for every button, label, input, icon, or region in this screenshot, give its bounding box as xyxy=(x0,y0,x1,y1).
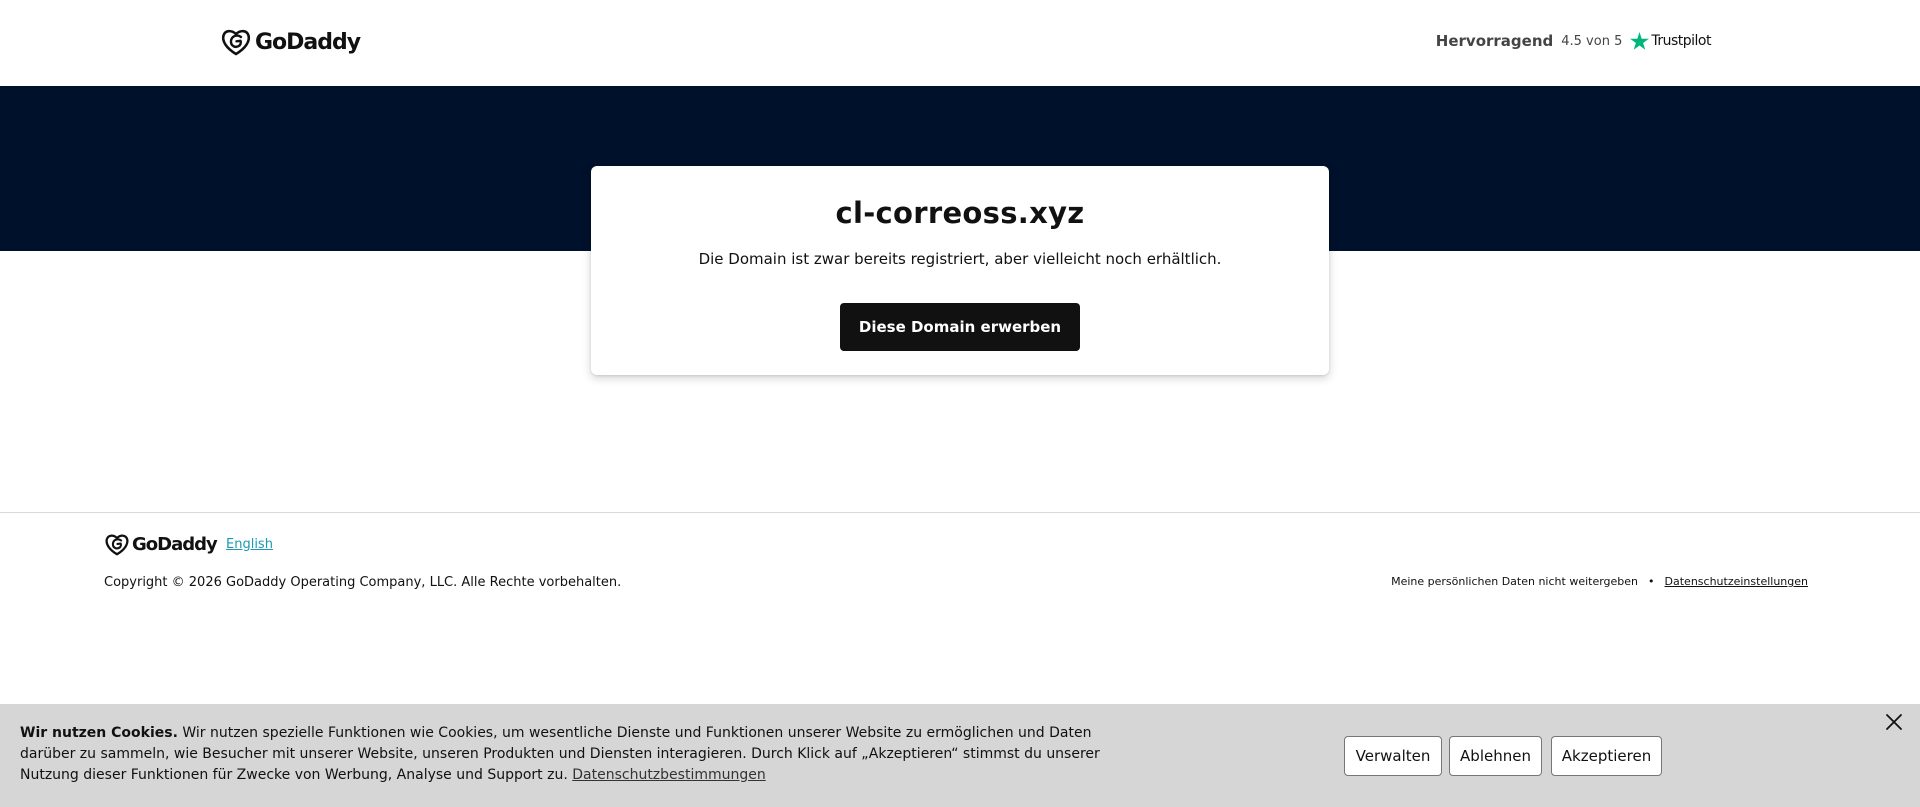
close-icon xyxy=(1886,714,1902,730)
domain-name: cl-correoss.xyz xyxy=(835,196,1085,230)
footer-logo-text: GoDaddy xyxy=(132,534,218,555)
cookie-body: Wir nutzen spezielle Funktionen wie Cook… xyxy=(20,725,1100,783)
footer-legal-links: Meine persönlichen Daten nicht weitergeb… xyxy=(1391,575,1808,588)
logo-text: GoDaddy xyxy=(255,29,361,55)
decline-cookies-button[interactable]: Ablehnen xyxy=(1449,736,1542,776)
domain-availability-note: Die Domain ist zwar bereits registriert,… xyxy=(698,250,1222,268)
site-header: GoDaddy Hervorragend 4.5 von 5 Trustpilo… xyxy=(0,0,1920,86)
trustpilot-label: Trustpilot xyxy=(1651,33,1711,49)
rating-label: Hervorragend xyxy=(1435,32,1554,50)
trustpilot-star-icon xyxy=(1630,32,1650,50)
manage-cookies-button[interactable]: Verwalten xyxy=(1344,736,1442,776)
domain-card: cl-correoss.xyz Die Domain ist zwar bere… xyxy=(591,166,1329,375)
footer-godaddy-logo[interactable]: GoDaddy xyxy=(104,532,218,557)
language-link-english[interactable]: English xyxy=(226,537,273,552)
copyright-text: Copyright © 2026 GoDaddy Operating Compa… xyxy=(104,575,622,590)
accept-cookies-button[interactable]: Akzeptieren xyxy=(1551,736,1662,776)
godaddy-logo[interactable]: GoDaddy xyxy=(220,27,361,57)
separator-dot: • xyxy=(1648,575,1655,588)
footer-divider xyxy=(0,512,1920,513)
do-not-share-data-link[interactable]: Meine persönlichen Daten nicht weitergeb… xyxy=(1391,575,1638,588)
trustpilot-rating[interactable]: Hervorragend 4.5 von 5 Trustpilot xyxy=(1436,32,1711,50)
rating-score: 4.5 von 5 xyxy=(1561,33,1623,49)
cookie-banner: Wir nutzen Cookies. Wir nutzen spezielle… xyxy=(0,704,1920,807)
cookie-title: Wir nutzen Cookies. xyxy=(20,725,178,741)
godaddy-logo-icon xyxy=(221,29,251,56)
privacy-policy-link[interactable]: Datenschutzbestimmungen xyxy=(572,767,765,783)
buy-domain-button[interactable]: Diese Domain erwerben xyxy=(840,303,1080,351)
privacy-settings-link[interactable]: Datenschutzeinstellungen xyxy=(1665,575,1808,588)
close-cookie-banner-button[interactable] xyxy=(1882,710,1906,734)
godaddy-logo-icon xyxy=(105,534,129,556)
cookie-message: Wir nutzen Cookies. Wir nutzen spezielle… xyxy=(20,723,1130,786)
